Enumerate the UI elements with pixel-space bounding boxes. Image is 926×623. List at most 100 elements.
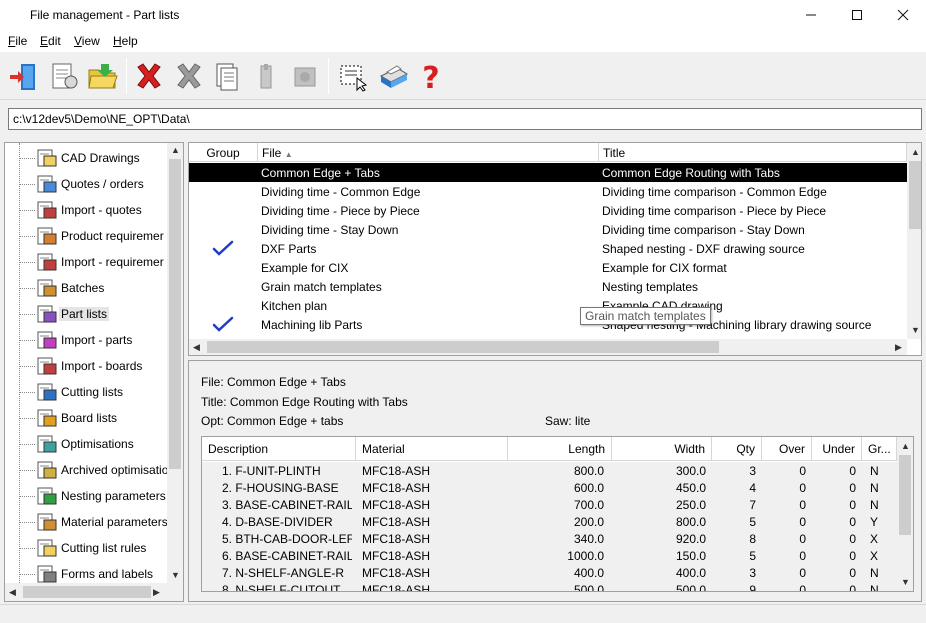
- menu-file[interactable]: File: [8, 34, 27, 48]
- part-under: 0: [849, 583, 856, 592]
- tree-item-import-quotes[interactable]: Import - quotes: [5, 197, 167, 223]
- maximize-button[interactable]: [834, 0, 880, 30]
- select-all-button[interactable]: [336, 58, 370, 94]
- toolbar: ?: [0, 52, 926, 100]
- file-row[interactable]: Common Edge + Tabs Common Edge Routing wi…: [189, 163, 907, 182]
- part-row[interactable]: 7. N-SHELF-ANGLE-R MFC18-ASH 400.0 400.0 3 0 0…: [202, 564, 897, 581]
- column-header-under[interactable]: Under: [812, 437, 862, 461]
- tree-item-material-parameters[interactable]: Material parameters: [5, 509, 168, 535]
- close-button[interactable]: [880, 0, 926, 30]
- file-row[interactable]: DXF Parts Shaped nesting - DXF drawing so…: [189, 239, 907, 258]
- tree-item-product-requiremer[interactable]: Product requiremer: [5, 223, 167, 249]
- tree-item-board-lists[interactable]: Board lists: [5, 405, 167, 431]
- column-header-over[interactable]: Over: [762, 437, 812, 461]
- open-folder-button[interactable]: [86, 58, 120, 94]
- tree-scroll-thumb: [169, 159, 181, 469]
- machine-disabled-button[interactable]: [288, 58, 322, 94]
- column-header-length[interactable]: Length: [508, 437, 612, 461]
- part-under: 0: [849, 481, 856, 495]
- minimize-button[interactable]: [788, 0, 834, 30]
- part-length: 1000.0: [567, 549, 604, 563]
- file-list-horizontal-scrollbar[interactable]: ◀ ▶: [189, 339, 907, 355]
- tree-item-quotes-orders[interactable]: Quotes / orders: [5, 171, 167, 197]
- tree-item-archived-optimisatio[interactable]: Archived optimisatio: [5, 457, 168, 483]
- column-header-file[interactable]: File ▲: [258, 143, 599, 162]
- part-under: 0: [849, 464, 856, 478]
- copy-disabled-button[interactable]: [250, 58, 284, 94]
- part-lists-icon: [35, 304, 57, 324]
- tooltip: Grain match templates: [580, 307, 711, 325]
- path-field[interactable]: c:\v12dev5\Demo\NE_OPT\Data\: [8, 108, 922, 130]
- file-name: Machining lib Parts: [261, 318, 363, 332]
- tree-item-import-parts[interactable]: Import - parts: [5, 327, 167, 353]
- part-description: 3. BASE-CABINET-RAIL-...: [222, 498, 352, 512]
- part-length: 340.0: [573, 532, 604, 546]
- copy-list-button[interactable]: [210, 58, 244, 94]
- tree-item-import-requiremer[interactable]: Import - requiremer: [5, 249, 167, 275]
- file-row[interactable]: Grain match templates Nesting templates: [189, 277, 907, 296]
- product-requirements-icon: [35, 226, 57, 246]
- file-row[interactable]: Kitchen plan Example CAD drawing: [189, 296, 907, 315]
- part-qty: 5: [749, 515, 756, 529]
- part-row[interactable]: 3. BASE-CABINET-RAIL-... MFC18-ASH 700.0 25…: [202, 496, 897, 513]
- file-list-scroll-thumb: [909, 161, 921, 229]
- delete-disabled-button[interactable]: [172, 58, 206, 94]
- tree-item-optimisations[interactable]: Optimisations: [5, 431, 167, 457]
- file-row[interactable]: Machining lib Parts Shaped nesting - Mach…: [189, 315, 907, 334]
- tree-item-import-boards[interactable]: Import - boards: [5, 353, 167, 379]
- file-row[interactable]: Dividing time - Common Edge Dividing time…: [189, 182, 907, 201]
- file-title: Dividing time comparison - Common Edge: [602, 185, 827, 199]
- file-row[interactable]: Example for CIX Example for CIX format: [189, 258, 907, 277]
- part-description: 4. D-BASE-DIVIDER: [222, 515, 333, 529]
- file-row[interactable]: Dividing time - Stay Down Dividing time c…: [189, 220, 907, 239]
- scroll-right-icon: ▶: [153, 587, 160, 597]
- part-material: MFC18-ASH: [362, 464, 431, 478]
- file-list-vertical-scrollbar[interactable]: ▲ ▼: [907, 143, 921, 339]
- tree-item-cutting-list-rules[interactable]: Cutting list rules: [5, 535, 167, 561]
- column-header-width[interactable]: Width: [612, 437, 712, 461]
- menu-edit[interactable]: Edit: [40, 34, 61, 48]
- column-header-group[interactable]: Group: [189, 143, 258, 162]
- column-header-qty[interactable]: Qty: [712, 437, 762, 461]
- tree-vertical-scrollbar[interactable]: ▲ ▼: [167, 143, 183, 583]
- part-over: 0: [799, 464, 806, 478]
- column-header-title[interactable]: Title: [599, 143, 907, 162]
- part-material: MFC18-ASH: [362, 566, 431, 580]
- scroll-down-icon: ▼: [171, 570, 180, 580]
- part-row[interactable]: 4. D-BASE-DIVIDER MFC18-ASH 200.0 800.0 5 0 0 Y: [202, 513, 897, 530]
- parts-vertical-scrollbar[interactable]: ▲ ▼: [897, 437, 913, 591]
- tree-item-batches[interactable]: Batches: [5, 275, 167, 301]
- part-row[interactable]: 8. N-SHELF-CUTOUT MFC18-ASH 500.0 500.0 9 0 0 N: [202, 581, 897, 592]
- tree-item-cutting-lists[interactable]: Cutting lists: [5, 379, 167, 405]
- part-row[interactable]: 6. BASE-CABINET-RAIL-... MFC18-ASH 1000.0 1…: [202, 547, 897, 564]
- exit-button[interactable]: [6, 58, 40, 94]
- checkmark-icon: [211, 315, 235, 337]
- part-width: 150.0: [675, 549, 706, 563]
- part-row[interactable]: 2. F-HOUSING-BASE MFC18-ASH 600.0 450.0 4 0 0 N: [202, 479, 897, 496]
- part-over: 0: [799, 549, 806, 563]
- tree-item-nesting-parameters[interactable]: Nesting parameters: [5, 483, 167, 509]
- folder-tree: CAD Drawings Quotes / orders Import - quot…: [4, 142, 184, 602]
- part-qty: 5: [749, 549, 756, 563]
- print-button[interactable]: [376, 58, 410, 94]
- column-header-material[interactable]: Material: [356, 437, 508, 461]
- column-header-description[interactable]: Description: [202, 437, 356, 461]
- part-row[interactable]: 5. BTH-CAB-DOOR-LEFT MFC18-ASH 340.0 920.0 8…: [202, 530, 897, 547]
- file-name: Grain match templates: [261, 280, 382, 294]
- tree-item-part-lists[interactable]: Part lists: [5, 301, 167, 327]
- column-header-grain[interactable]: Gr...: [862, 437, 897, 461]
- menu-help[interactable]: Help: [113, 34, 138, 48]
- tree-item-cad-drawings[interactable]: CAD Drawings: [5, 145, 167, 171]
- nesting-parameters-icon: [35, 486, 57, 506]
- menu-view[interactable]: View: [74, 34, 100, 48]
- tree-horizontal-scrollbar[interactable]: ◀ ▶: [5, 583, 183, 601]
- cutting-lists-icon: [35, 382, 57, 402]
- detail-title: Title: Common Edge Routing with Tabs: [201, 395, 408, 409]
- properties-button[interactable]: [46, 58, 80, 94]
- help-button[interactable]: ?: [414, 58, 448, 94]
- quotes-icon: [35, 174, 57, 194]
- delete-button[interactable]: [132, 58, 166, 94]
- file-row[interactable]: Dividing time - Piece by Piece Dividing t…: [189, 201, 907, 220]
- import-requirements-icon: [35, 252, 57, 272]
- part-row[interactable]: 1. F-UNIT-PLINTH MFC18-ASH 800.0 300.0 3 0 0 N: [202, 462, 897, 479]
